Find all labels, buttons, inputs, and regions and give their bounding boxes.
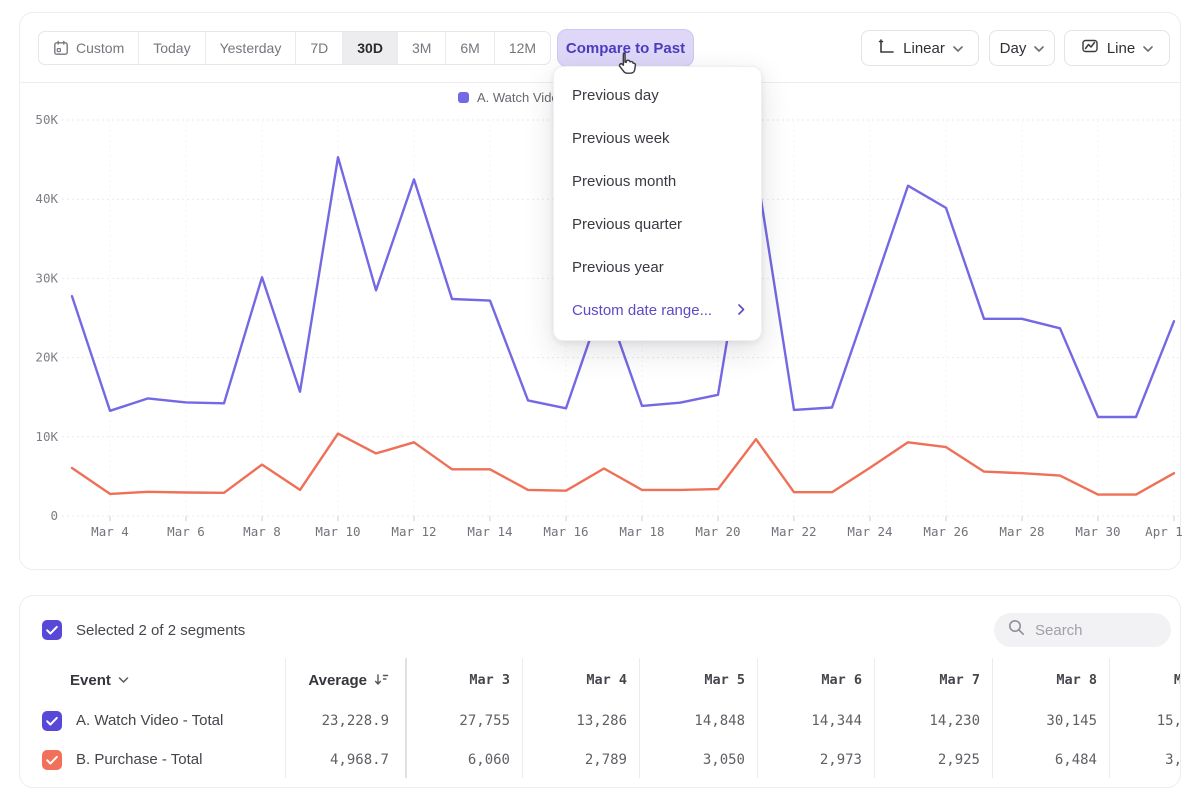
menu-item-previous-year[interactable]: Previous year <box>554 246 761 289</box>
segment-label: B. Purchase - Total <box>76 751 202 768</box>
interval-label: Day <box>1000 40 1027 57</box>
column-divider <box>874 658 875 778</box>
range-3m[interactable]: 3M <box>398 32 446 64</box>
menu-item-previous-month[interactable]: Previous month <box>554 160 761 203</box>
page: CustomTodayYesterday7D30D3M6M12M Compare… <box>0 0 1200 802</box>
compare-to-past-menu: Previous dayPrevious weekPrevious monthP… <box>553 66 762 341</box>
column-divider <box>522 658 523 778</box>
compare-to-past-button[interactable]: Compare to Past <box>557 29 694 67</box>
table-header-row: EventAverageMar 3Mar 4Mar 5Mar 6Mar 7Mar… <box>20 661 1181 699</box>
search-box <box>994 613 1171 647</box>
column-header-mar-4[interactable]: Mar 4 <box>522 672 639 688</box>
chart-type-label: Line <box>1107 40 1135 57</box>
menu-item-custom-date-range[interactable]: Custom date range... <box>554 289 761 332</box>
column-divider <box>639 658 640 778</box>
range-today[interactable]: Today <box>139 32 205 64</box>
segment-checkbox[interactable] <box>42 711 62 731</box>
column-header-average[interactable]: Average <box>285 672 405 689</box>
chevron-down-icon <box>953 40 963 57</box>
column-header-mar-6[interactable]: Mar 6 <box>757 672 874 688</box>
table-card: Selected 2 of 2 segments EventAverageMar… <box>19 595 1181 788</box>
axis-scale-icon <box>877 37 895 59</box>
event-cell: B. Purchase - Total <box>20 750 285 770</box>
value-cell: 3,050 <box>639 752 757 768</box>
range-30d[interactable]: 30D <box>343 32 398 64</box>
value-cell: 14,344 <box>757 713 874 729</box>
value-cell: 3, <box>1109 752 1181 768</box>
value-cell: 23,228.9 <box>285 713 405 729</box>
range-yesterday[interactable]: Yesterday <box>206 32 297 64</box>
column-header-mar-5[interactable]: Mar 5 <box>639 672 757 688</box>
menu-item-previous-day[interactable]: Previous day <box>554 74 761 117</box>
menu-item-previous-quarter[interactable]: Previous quarter <box>554 203 761 246</box>
legend-item-a-watch-video[interactable]: A. Watch Video <box>458 90 566 105</box>
line-chart-icon <box>1081 37 1099 59</box>
range-6m[interactable]: 6M <box>446 32 494 64</box>
value-cell: 30,145 <box>992 713 1109 729</box>
menu-item-previous-week[interactable]: Previous week <box>554 117 761 160</box>
table-row[interactable]: B. Purchase - Total 4,968.76,0602,7893,05… <box>20 740 1181 779</box>
value-cell: 14,230 <box>874 713 992 729</box>
column-divider <box>1109 658 1110 778</box>
column-header-mar-7[interactable]: Mar 7 <box>874 672 992 688</box>
range-custom[interactable]: Custom <box>39 32 139 64</box>
column-header-mar-3[interactable]: Mar 3 <box>405 672 522 688</box>
value-cell: 6,484 <box>992 752 1109 768</box>
segments-summary: Selected 2 of 2 segments <box>42 620 245 640</box>
table-row[interactable]: A. Watch Video - Total 23,228.927,75513,2… <box>20 701 1181 740</box>
range-7d[interactable]: 7D <box>296 32 343 64</box>
column-divider <box>992 658 993 778</box>
value-cell: 2,789 <box>522 752 639 768</box>
segments-count-label: Selected 2 of 2 segments <box>76 622 245 639</box>
event-cell: A. Watch Video - Total <box>20 711 285 731</box>
chevron-down-icon <box>1143 40 1153 57</box>
search-input[interactable] <box>1035 622 1155 639</box>
value-cell: 13,286 <box>522 713 639 729</box>
chart-type-select-button[interactable]: Line <box>1064 30 1170 66</box>
column-divider <box>405 658 407 778</box>
chevron-down-icon <box>1034 40 1044 57</box>
segment-checkbox[interactable] <box>42 750 62 770</box>
calendar-icon <box>53 40 69 56</box>
column-divider <box>757 658 758 778</box>
column-header-event[interactable]: Event <box>20 672 285 689</box>
scale-label: Linear <box>903 40 945 57</box>
chevron-right-icon <box>738 302 745 319</box>
date-range-group: CustomTodayYesterday7D30D3M6M12M <box>38 31 551 65</box>
column-header-m[interactable]: M <box>1109 672 1181 688</box>
value-cell: 4,968.7 <box>285 752 405 768</box>
search-icon <box>1008 619 1025 641</box>
value-cell: 2,973 <box>757 752 874 768</box>
value-cell: 14,848 <box>639 713 757 729</box>
value-cell: 6,060 <box>405 752 522 768</box>
column-header-mar-8[interactable]: Mar 8 <box>992 672 1109 688</box>
value-cell: 27,755 <box>405 713 522 729</box>
interval-select-button[interactable]: Day <box>989 30 1055 66</box>
segment-label: A. Watch Video - Total <box>76 712 223 729</box>
column-divider <box>285 658 286 778</box>
range-12m[interactable]: 12M <box>495 32 550 64</box>
scale-select-button[interactable]: Linear <box>861 30 979 66</box>
select-all-checkbox[interactable] <box>42 620 62 640</box>
value-cell: 15, <box>1109 713 1181 729</box>
value-cell: 2,925 <box>874 752 992 768</box>
legend-swatch <box>458 92 469 103</box>
